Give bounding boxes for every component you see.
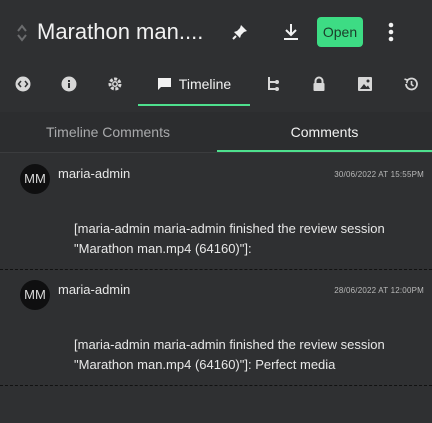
- tab-timeline-label: Timeline: [178, 76, 232, 92]
- hierarchy-icon: [266, 76, 280, 92]
- comment-item: MM maria-admin 28/06/2022 AT 12:00PM [ma…: [0, 269, 432, 386]
- icon-tab-bar: Timeline: [0, 64, 432, 106]
- download-button[interactable]: [278, 18, 304, 46]
- pin-button[interactable]: [227, 18, 253, 46]
- tab-comments[interactable]: Comments: [217, 112, 432, 152]
- tab-info[interactable]: [54, 64, 84, 104]
- download-icon: [282, 22, 300, 42]
- page-title: Marathon man....: [37, 19, 204, 44]
- open-button[interactable]: Open: [317, 17, 363, 47]
- tab-settings[interactable]: [100, 64, 130, 104]
- tab-timeline-comments[interactable]: Timeline Comments: [0, 112, 216, 150]
- tab-history[interactable]: [396, 64, 426, 104]
- comment-text: [maria-admin maria-admin finished the re…: [74, 221, 385, 256]
- tab-hierarchy[interactable]: [258, 64, 288, 104]
- comment-date: 28/06/2022 AT 12:00PM: [334, 286, 424, 295]
- comments-subtab-bar: Timeline Comments Comments: [0, 112, 432, 152]
- pin-icon: [231, 23, 249, 41]
- history-icon: [403, 76, 419, 92]
- drag-handle-icon[interactable]: [16, 24, 28, 42]
- info-icon: [61, 76, 77, 92]
- tab-embed[interactable]: [8, 64, 38, 104]
- avatar: MM: [20, 164, 50, 194]
- comment-icon: [157, 77, 172, 91]
- comment-author: maria-admin: [58, 166, 131, 181]
- more-vertical-icon: [388, 22, 394, 42]
- comment-author: maria-admin: [58, 282, 131, 297]
- avatar: MM: [20, 280, 50, 310]
- tab-lock[interactable]: [304, 64, 334, 104]
- more-options-button[interactable]: [378, 18, 404, 46]
- comment-item: MM maria-admin 30/06/2022 AT 15:55PM [ma…: [0, 153, 432, 270]
- header-bar: Marathon man.... Open: [0, 0, 432, 64]
- gear-icon: [107, 76, 123, 92]
- lock-icon: [312, 76, 326, 92]
- comment-date: 30/06/2022 AT 15:55PM: [334, 170, 424, 179]
- image-icon: [357, 76, 373, 92]
- comment-text: [maria-admin maria-admin finished the re…: [74, 337, 385, 372]
- tab-image[interactable]: [350, 64, 380, 104]
- tab-timeline[interactable]: Timeline: [138, 64, 250, 106]
- code-icon: [15, 76, 31, 92]
